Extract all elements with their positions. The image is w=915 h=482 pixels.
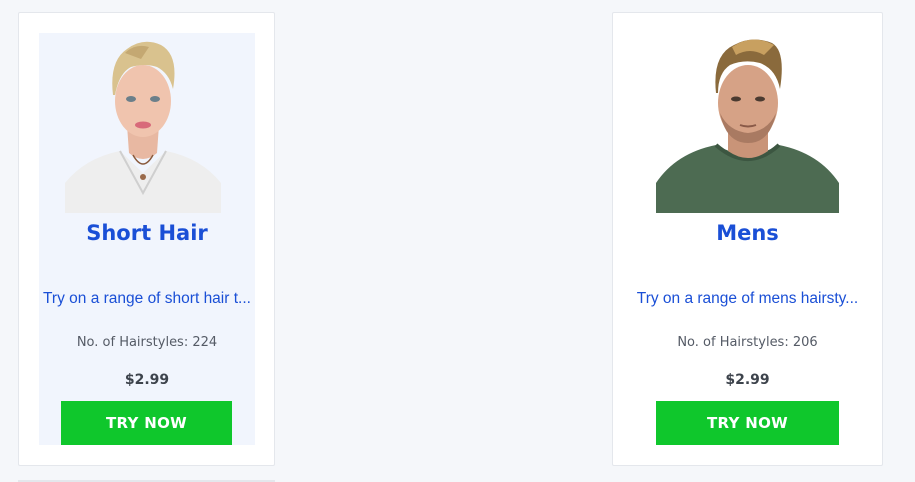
- product-price: $2.99: [124, 372, 170, 388]
- product-card-short-hair[interactable]: Short Hair Try on a range of short hair …: [18, 12, 275, 466]
- hairstyle-count: No. of Hairstyles: 224: [76, 335, 218, 350]
- product-card-mens[interactable]: Mens Try on a range of mens hairsty... N…: [612, 12, 883, 466]
- product-image[interactable]: [656, 33, 839, 213]
- product-description: Try on a range of short hair t...: [43, 290, 251, 307]
- product-description: Try on a range of mens hairsty...: [636, 290, 859, 307]
- try-now-button[interactable]: TRY NOW: [61, 401, 232, 445]
- product-title[interactable]: Short Hair: [39, 221, 255, 245]
- product-image[interactable]: [65, 33, 221, 213]
- try-now-button[interactable]: TRY NOW: [656, 401, 839, 445]
- product-title[interactable]: Mens: [613, 221, 882, 245]
- hairstyle-count: No. of Hairstyles: 206: [677, 335, 818, 350]
- card-highlight: Short Hair Try on a range of short hair …: [39, 33, 255, 445]
- card-content: Mens Try on a range of mens hairsty... N…: [613, 33, 882, 445]
- product-price: $2.99: [725, 372, 770, 388]
